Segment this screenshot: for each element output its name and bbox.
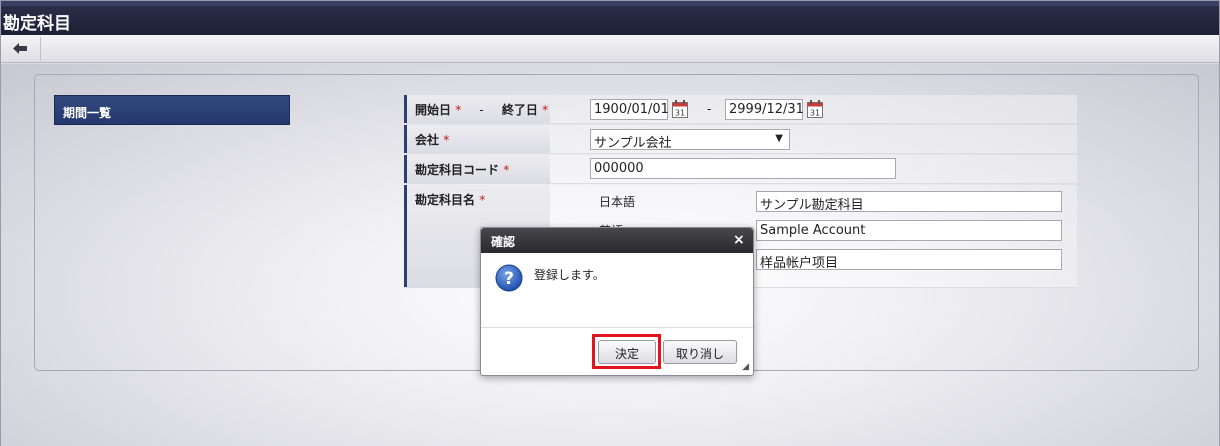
calendar-day: 31 <box>810 109 820 118</box>
svg-text:?: ? <box>504 269 514 289</box>
company-select-value: サンプル会社 <box>594 136 672 151</box>
ok-button[interactable]: 決定 <box>598 340 656 364</box>
dialog-message: 登録します。 <box>534 268 605 282</box>
company-row: 会社 * サンプル会社 ▼ <box>404 125 1077 154</box>
back-button[interactable] <box>5 37 41 61</box>
code-input[interactable]: 000000 <box>590 158 896 179</box>
end-date-input[interactable]: 2999/12/31 <box>725 99 804 120</box>
start-date-label: 開始日 <box>415 103 452 117</box>
end-date-label: 終了日 <box>501 103 538 117</box>
name-input-ja[interactable]: サンプル勘定科目 <box>756 191 1062 213</box>
company-label-text: 会社 <box>415 133 440 147</box>
period-label: 開始日 * - 終了日 * <box>404 95 550 123</box>
calendar-icon[interactable]: 31 <box>672 100 688 118</box>
period-row: 開始日 * - 終了日 * 1900/01/01 31 - 2999/12/31 <box>404 95 1077 124</box>
dialog-header[interactable]: 確認 × <box>481 228 753 253</box>
required-mark: * <box>542 103 549 117</box>
dialog-title: 確認 <box>491 235 516 249</box>
code-label-text: 勘定科目コード <box>415 163 500 177</box>
back-arrow-icon <box>13 43 27 54</box>
question-icon: ? <box>495 264 523 292</box>
required-mark: * <box>443 133 450 147</box>
confirm-dialog: 確認 × ? 登録します。 決定 取り消し ◢ <box>480 227 754 376</box>
start-date-input[interactable]: 1900/01/01 <box>590 99 669 120</box>
calendar-day: 31 <box>675 109 685 118</box>
code-row: 勘定科目コード * 000000 <box>404 155 1077 184</box>
close-icon[interactable]: × <box>733 232 745 248</box>
period-separator: - <box>479 103 484 117</box>
required-mark: * <box>479 193 486 207</box>
name-label-text: 勘定科目名 <box>415 193 476 207</box>
code-label: 勘定科目コード * <box>404 155 550 183</box>
toolbar <box>1 35 1219 63</box>
date-range-dash: - <box>707 102 712 116</box>
sidebar-item-period-list[interactable]: 期間一覧 <box>54 95 290 125</box>
calendar-icon[interactable]: 31 <box>807 100 823 118</box>
dialog-divider <box>481 327 753 328</box>
name-input-zh[interactable]: 样品帐户项目 <box>756 249 1062 271</box>
title-bar: 勘定科目 <box>1 1 1219 35</box>
page-title: 勘定科目 <box>3 14 71 34</box>
required-mark: * <box>455 103 462 117</box>
language-label-ja: 日本語 <box>599 195 636 209</box>
resize-handle-icon[interactable]: ◢ <box>742 362 749 372</box>
chevron-down-icon: ▼ <box>775 133 783 144</box>
company-label: 会社 * <box>404 125 550 153</box>
company-select[interactable]: サンプル会社 ▼ <box>590 129 790 151</box>
cancel-button[interactable]: 取り消し <box>663 340 737 364</box>
required-mark: * <box>503 163 510 177</box>
name-input-en[interactable]: Sample Account <box>756 220 1062 241</box>
